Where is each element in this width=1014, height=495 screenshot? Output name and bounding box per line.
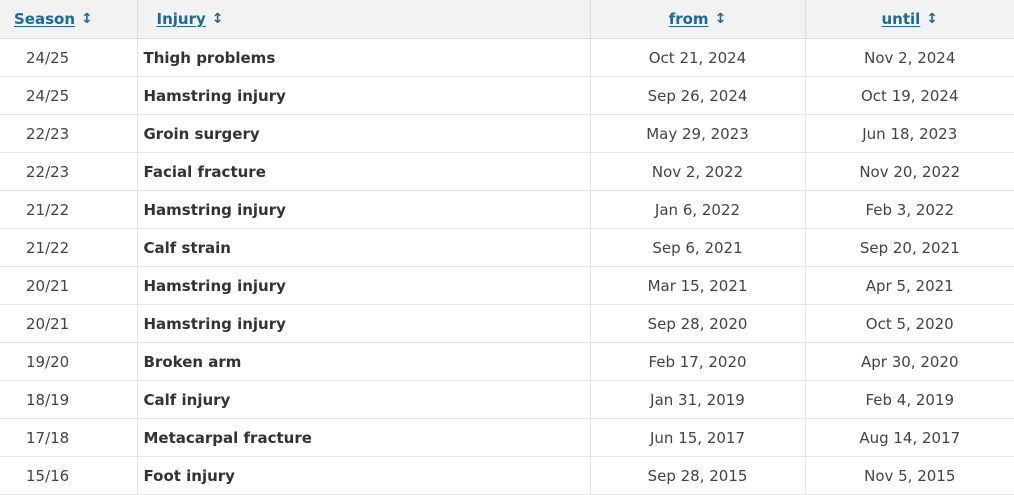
until-date-cell: Nov 20, 2022 (805, 152, 1014, 191)
until-date-cell: Nov 5, 2015 (805, 456, 1014, 495)
until-date-cell: Nov 2, 2024 (805, 38, 1014, 77)
table-row: 24/25 Hamstring injury Sep 26, 2024 Oct … (0, 76, 1014, 115)
until-date-cell: Sep 20, 2021 (805, 228, 1014, 267)
column-header-season: Season ↕ (0, 0, 138, 39)
injury-cell: Hamstring injury (137, 190, 591, 229)
injury-cell: Hamstring injury (137, 304, 591, 343)
column-header-injury: Injury ↕ (137, 0, 591, 39)
injury-cell: Calf strain (137, 228, 591, 267)
table-row: 17/18 Metacarpal fracture Jun 15, 2017 A… (0, 418, 1014, 457)
injury-cell: Metacarpal fracture (137, 418, 591, 457)
injury-cell: Facial fracture (137, 152, 591, 191)
table-header: Season ↕ Injury ↕ from ↕ until ↕ (0, 0, 1014, 39)
table-row: 21/22 Hamstring injury Jan 6, 2022 Feb 3… (0, 190, 1014, 229)
season-cell: 24/25 (0, 38, 138, 77)
from-date-cell: Mar 15, 2021 (590, 266, 806, 305)
season-cell: 21/22 (0, 228, 138, 267)
column-header-until: until ↕ (805, 0, 1014, 39)
from-date-cell: Sep 6, 2021 (590, 228, 806, 267)
until-date-cell: Oct 5, 2020 (805, 304, 1014, 343)
season-cell: 21/22 (0, 190, 138, 229)
from-date-cell: Oct 21, 2024 (590, 38, 806, 77)
sort-arrows-icon[interactable]: ↕ (212, 12, 224, 26)
injury-cell: Hamstring injury (137, 76, 591, 115)
header-row: Season ↕ Injury ↕ from ↕ until ↕ (0, 0, 1014, 39)
table-row: 22/23 Groin surgery May 29, 2023 Jun 18,… (0, 114, 1014, 153)
until-date-cell: Apr 5, 2021 (805, 266, 1014, 305)
season-cell: 20/21 (0, 266, 138, 305)
from-date-cell: Feb 17, 2020 (590, 342, 806, 381)
table-row: 22/23 Facial fracture Nov 2, 2022 Nov 20… (0, 152, 1014, 191)
season-cell: 19/20 (0, 342, 138, 381)
injury-cell: Broken arm (137, 342, 591, 381)
until-date-cell: Jun 18, 2023 (805, 114, 1014, 153)
sort-until-link[interactable]: until (881, 10, 920, 28)
season-cell: 17/18 (0, 418, 138, 457)
until-date-cell: Feb 4, 2019 (805, 380, 1014, 419)
season-cell: 22/23 (0, 114, 138, 153)
table-row: 20/21 Hamstring injury Sep 28, 2020 Oct … (0, 304, 1014, 343)
sort-arrows-icon[interactable]: ↕ (81, 12, 93, 26)
from-date-cell: Sep 26, 2024 (590, 76, 806, 115)
season-cell: 24/25 (0, 76, 138, 115)
injury-cell: Hamstring injury (137, 266, 591, 305)
from-date-cell: Sep 28, 2020 (590, 304, 806, 343)
table-row: 24/25 Thigh problems Oct 21, 2024 Nov 2,… (0, 38, 1014, 77)
from-date-cell: Jan 31, 2019 (590, 380, 806, 419)
table-body: 24/25 Thigh problems Oct 21, 2024 Nov 2,… (0, 38, 1014, 495)
season-cell: 20/21 (0, 304, 138, 343)
injury-cell: Thigh problems (137, 38, 591, 77)
until-date-cell: Feb 3, 2022 (805, 190, 1014, 229)
from-date-cell: Jan 6, 2022 (590, 190, 806, 229)
sort-arrows-icon[interactable]: ↕ (926, 12, 938, 26)
until-date-cell: Aug 14, 2017 (805, 418, 1014, 457)
injury-history-table: Season ↕ Injury ↕ from ↕ until ↕ 24/25 T… (0, 0, 1014, 495)
from-date-cell: Sep 28, 2015 (590, 456, 806, 495)
sort-arrows-icon[interactable]: ↕ (715, 12, 727, 26)
from-date-cell: Jun 15, 2017 (590, 418, 806, 457)
from-date-cell: May 29, 2023 (590, 114, 806, 153)
season-cell: 22/23 (0, 152, 138, 191)
injury-cell: Groin surgery (137, 114, 591, 153)
table-row: 18/19 Calf injury Jan 31, 2019 Feb 4, 20… (0, 380, 1014, 419)
until-date-cell: Apr 30, 2020 (805, 342, 1014, 381)
season-cell: 15/16 (0, 456, 138, 495)
sort-from-link[interactable]: from (669, 10, 709, 28)
injury-cell: Calf injury (137, 380, 591, 419)
table-row: 15/16 Foot injury Sep 28, 2015 Nov 5, 20… (0, 456, 1014, 495)
until-date-cell: Oct 19, 2024 (805, 76, 1014, 115)
sort-injury-link[interactable]: Injury (157, 10, 206, 28)
column-header-from: from ↕ (590, 0, 806, 39)
from-date-cell: Nov 2, 2022 (590, 152, 806, 191)
sort-season-link[interactable]: Season (14, 10, 75, 28)
table-row: 21/22 Calf strain Sep 6, 2021 Sep 20, 20… (0, 228, 1014, 267)
table-row: 20/21 Hamstring injury Mar 15, 2021 Apr … (0, 266, 1014, 305)
injury-cell: Foot injury (137, 456, 591, 495)
season-cell: 18/19 (0, 380, 138, 419)
table-row: 19/20 Broken arm Feb 17, 2020 Apr 30, 20… (0, 342, 1014, 381)
